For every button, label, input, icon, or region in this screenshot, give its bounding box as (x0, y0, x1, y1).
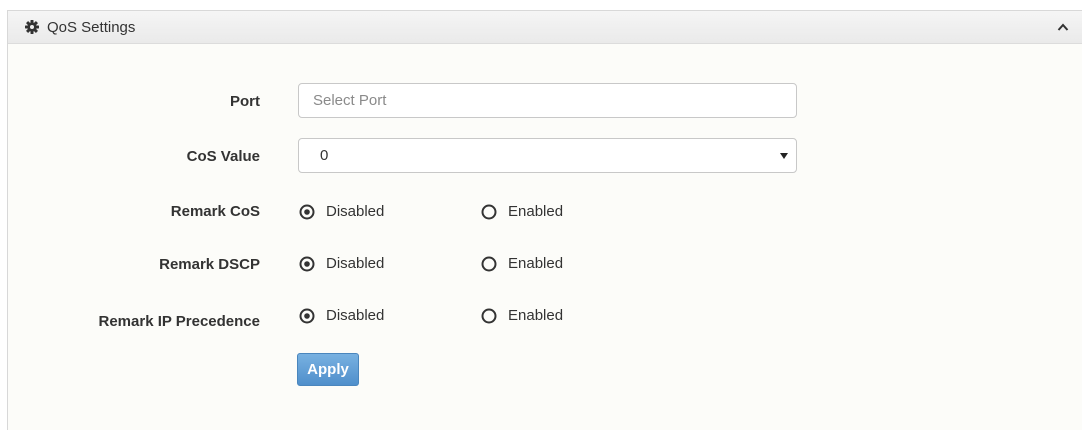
port-label: Port (230, 93, 260, 110)
cos-value-select[interactable]: 0 (298, 138, 797, 173)
remark-dscp-label: Remark DSCP (159, 256, 260, 273)
radio-label: Enabled (508, 255, 564, 272)
cos-value-selected: 0 (320, 147, 329, 164)
radio-unchecked-icon (481, 256, 497, 272)
radio-label: Disabled (326, 203, 385, 220)
chevron-up-icon[interactable] (1057, 22, 1069, 32)
apply-button[interactable]: Apply (297, 353, 359, 386)
qos-settings-panel: QoS Settings Port CoS Value 0 Remark CoS… (7, 10, 1082, 430)
remark-cos-label: Remark CoS (170, 203, 260, 220)
radio-label: Disabled (326, 255, 385, 272)
radio-checked-icon (299, 204, 315, 220)
gear-icon (25, 20, 39, 34)
radio-label: Disabled (326, 307, 385, 324)
caret-down-icon (780, 153, 788, 159)
radio-label: Enabled (508, 307, 564, 324)
panel-header: QoS Settings (8, 11, 1082, 44)
panel-title: QoS Settings (47, 19, 136, 36)
radio-unchecked-icon (481, 308, 497, 324)
radio-unchecked-icon (481, 204, 497, 220)
port-input[interactable] (298, 83, 797, 118)
radio-label: Enabled (508, 203, 564, 220)
remark-ip-precedence-label: Remark IP Precedence (98, 313, 261, 330)
radio-checked-icon (299, 308, 315, 324)
cos-value-label: CoS Value (186, 148, 260, 165)
radio-checked-icon (299, 256, 315, 272)
